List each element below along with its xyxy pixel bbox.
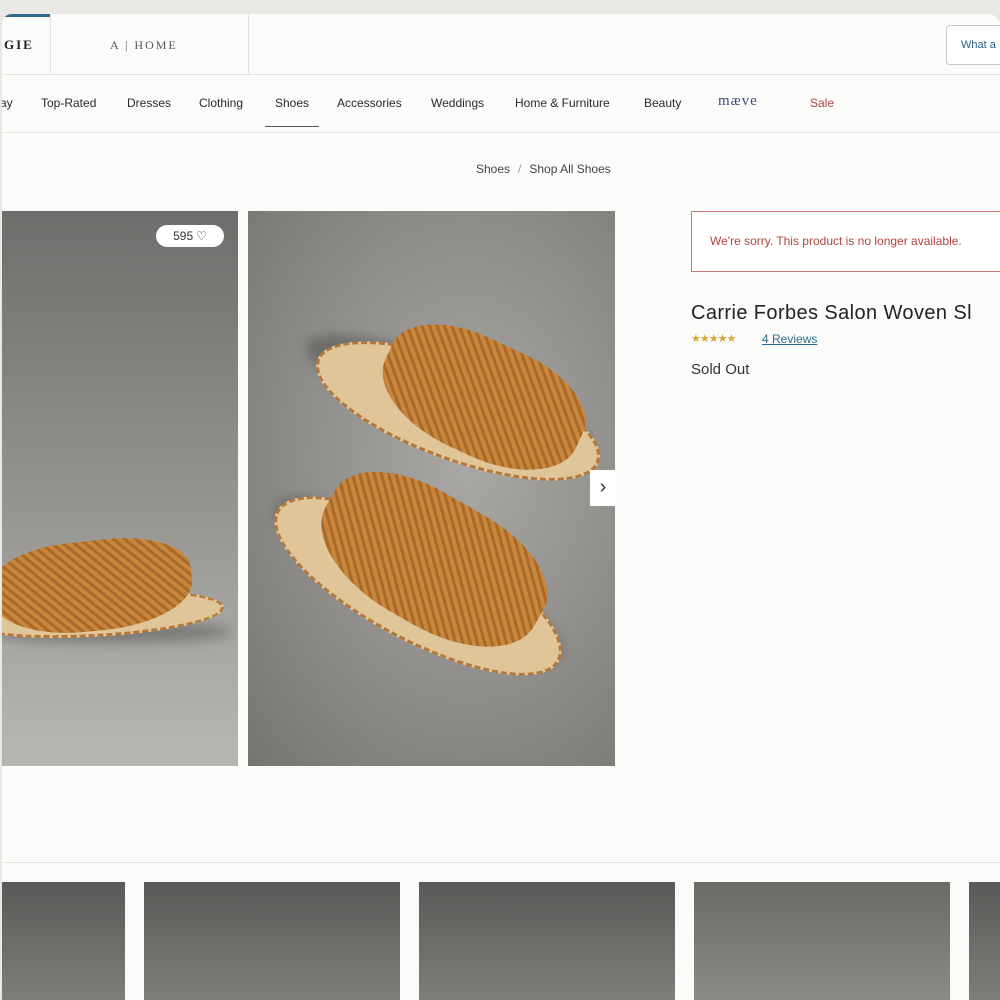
recommendation-thumb[interactable] xyxy=(2,882,125,1000)
heart-outline-icon: ♡ xyxy=(196,229,207,243)
breadcrumb: Shoes / Shop All Shoes xyxy=(476,162,611,176)
reviews-link[interactable]: 4 Reviews xyxy=(762,332,817,346)
home-tab-label: A | HOME xyxy=(110,38,178,52)
recommendation-thumb[interactable] xyxy=(969,882,1000,1000)
nav-item-sale[interactable]: Sale xyxy=(810,96,834,110)
page-frame: GIE A | HOME What a ay Top-Rated Dresses… xyxy=(2,14,1000,1000)
product-image-side[interactable] xyxy=(2,211,238,766)
stock-status: Sold Out xyxy=(691,361,750,378)
star-rating: ★★★★★ xyxy=(691,333,736,345)
top-header: GIE A | HOME What a xyxy=(2,14,1000,75)
breadcrumb-shoes[interactable]: Shoes xyxy=(476,162,510,176)
product-title: Carrie Forbes Salon Woven Sl xyxy=(691,302,972,324)
product-image-pair[interactable] xyxy=(248,211,615,766)
gallery-next-button[interactable]: › xyxy=(590,470,616,506)
recommendation-thumb[interactable] xyxy=(694,882,950,1000)
nav-item-home-furniture[interactable]: Home & Furniture xyxy=(515,96,610,110)
wishlist-count-button[interactable]: 595 ♡ xyxy=(156,225,224,247)
category-nav: ay Top-Rated Dresses Clothing Shoes Acce… xyxy=(2,75,1000,133)
breadcrumb-separator: / xyxy=(518,162,522,176)
chevron-right-icon: › xyxy=(599,476,607,498)
nav-item-clothing[interactable]: Clothing xyxy=(199,96,243,110)
nav-item-weddings[interactable]: Weddings xyxy=(431,96,484,110)
section-divider xyxy=(2,862,1000,863)
nav-item-partial[interactable]: ay xyxy=(2,96,13,110)
home-tab[interactable]: A | HOME xyxy=(50,14,249,74)
brand-logo-text: GIE xyxy=(4,37,34,52)
breadcrumb-shop-all-shoes[interactable]: Shop All Shoes xyxy=(529,162,610,176)
unavailable-message: We're sorry. This product is no longer a… xyxy=(710,234,962,248)
recommendation-thumb[interactable] xyxy=(419,882,675,1000)
nav-item-accessories[interactable]: Accessories xyxy=(337,96,402,110)
likes-count: 595 xyxy=(173,229,194,243)
nav-item-dresses[interactable]: Dresses xyxy=(127,96,171,110)
unavailable-alert: We're sorry. This product is no longer a… xyxy=(691,211,1000,272)
nav-item-shoes[interactable]: Shoes xyxy=(264,96,320,127)
active-tab-indicator xyxy=(2,14,50,17)
brand-tab[interactable]: GIE xyxy=(2,14,51,74)
nav-item-beauty[interactable]: Beauty xyxy=(644,96,681,110)
search-input[interactable]: What a xyxy=(946,25,1000,65)
recommendation-thumb[interactable] xyxy=(144,882,400,1000)
search-placeholder: What a xyxy=(961,39,996,51)
nav-item-top-rated[interactable]: Top-Rated xyxy=(41,96,96,110)
nav-item-maeve[interactable]: mæve xyxy=(718,93,758,110)
